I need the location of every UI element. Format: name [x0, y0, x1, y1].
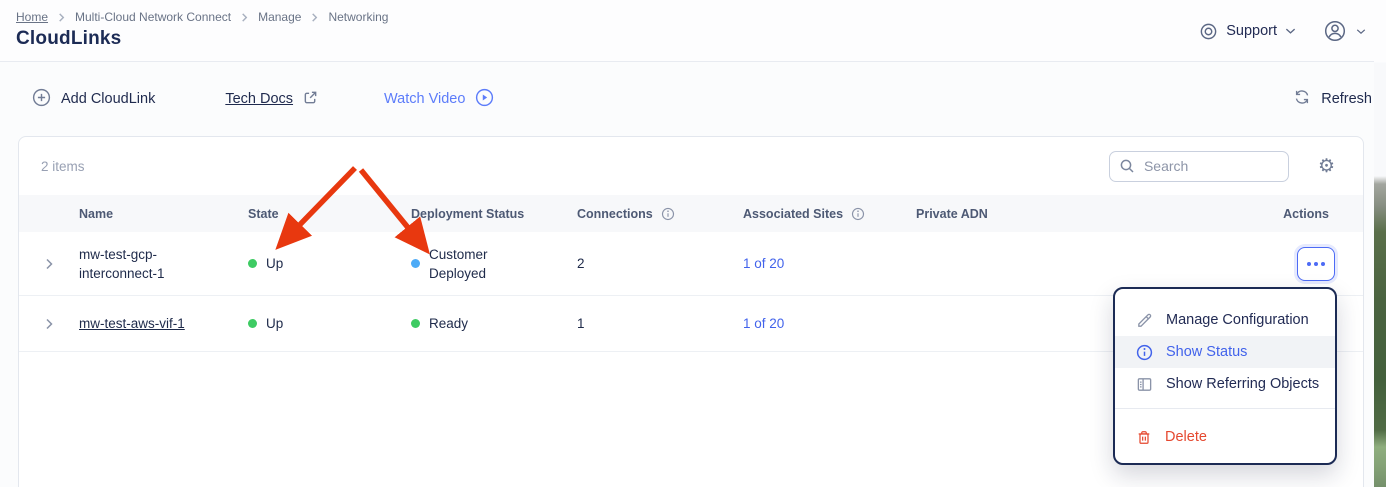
breadcrumb-networking-link[interactable]: Networking [328, 10, 388, 24]
referring-objects-icon [1136, 376, 1153, 393]
cloudlink-name[interactable]: mw-test-gcp-interconnect-1 [79, 245, 248, 283]
background-strip [1374, 0, 1386, 487]
col-associated-sites: Associated Sites [743, 207, 916, 221]
deployment-status-cell: Ready [411, 314, 577, 333]
table-toolbar: 2 items ⚙ [19, 137, 1363, 195]
add-cloudlink-button[interactable]: Add CloudLink [32, 88, 155, 111]
trash-icon [1136, 429, 1152, 446]
header-right: Support [1199, 18, 1366, 44]
support-label: Support [1226, 23, 1277, 39]
play-circle-icon [475, 88, 494, 111]
tech-docs-label: Tech Docs [225, 91, 293, 107]
col-deployment-status: Deployment Status [411, 207, 577, 221]
deployment-status-label: Customer Deployed [429, 245, 513, 283]
chevron-down-icon [1356, 28, 1366, 35]
col-private-adn: Private ADN [916, 207, 1233, 221]
menu-item-manage-configuration[interactable]: Manage Configuration [1115, 304, 1335, 336]
plus-circle-icon [32, 88, 51, 111]
table-header-row: Name State Deployment Status Connections… [19, 195, 1363, 232]
col-name: Name [79, 207, 248, 221]
tech-docs-link[interactable]: Tech Docs [225, 90, 318, 109]
associated-sites-link[interactable]: 1 of 20 [743, 256, 784, 271]
chevron-right-icon [310, 13, 319, 22]
page-title: CloudLinks [16, 28, 1370, 50]
avatar-icon [1322, 18, 1348, 44]
breadcrumb-manage-link[interactable]: Manage [258, 10, 301, 24]
chevron-right-icon [57, 13, 66, 22]
chevron-down-icon [1285, 27, 1296, 35]
breadcrumb: Home Multi-Cloud Network Connect Manage … [16, 10, 1370, 24]
deployment-status-label: Ready [429, 314, 468, 333]
menu-divider [1115, 408, 1335, 409]
top-header: Home Multi-Cloud Network Connect Manage … [0, 0, 1386, 62]
connections-count: 1 [577, 316, 743, 331]
menu-item-show-referring-objects[interactable]: Show Referring Objects [1115, 368, 1335, 400]
watch-video-label: Watch Video [384, 91, 465, 107]
cloudlink-name[interactable]: mw-test-aws-vif-1 [79, 314, 248, 333]
breadcrumb-mcn-link[interactable]: Multi-Cloud Network Connect [75, 10, 231, 24]
search-input[interactable] [1109, 151, 1289, 182]
refresh-label: Refresh [1321, 91, 1372, 107]
search-icon [1119, 158, 1135, 179]
pencil-icon [1136, 312, 1153, 329]
associated-sites-link[interactable]: 1 of 20 [743, 316, 784, 331]
state-label: Up [266, 256, 283, 271]
state-cell: Up [248, 256, 411, 271]
expand-chevron-icon[interactable] [19, 318, 79, 330]
state-label: Up [266, 316, 283, 331]
state-up-dot [248, 259, 257, 268]
support-icon [1199, 22, 1218, 41]
external-link-icon [303, 90, 318, 109]
search-box [1109, 151, 1289, 182]
menu-item-delete[interactable]: Delete [1115, 421, 1335, 453]
col-actions: Actions [1233, 207, 1363, 221]
deployment-status-dot [411, 259, 420, 268]
user-account-menu[interactable] [1322, 18, 1366, 44]
chevron-right-icon [240, 13, 249, 22]
refresh-icon [1293, 88, 1311, 110]
gear-icon[interactable]: ⚙ [1318, 157, 1335, 176]
cloudlinks-page: Home Multi-Cloud Network Connect Manage … [0, 0, 1386, 487]
items-count: 2 items [41, 159, 85, 174]
menu-item-show-status[interactable]: Show Status [1115, 336, 1335, 368]
add-cloudlink-label: Add CloudLink [61, 91, 155, 107]
col-connections: Connections [577, 207, 743, 221]
expand-chevron-icon[interactable] [19, 258, 79, 270]
info-icon [1136, 344, 1153, 361]
refresh-button[interactable]: Refresh [1293, 88, 1372, 110]
row-actions-button[interactable] [1297, 247, 1335, 281]
row-actions-menu: Manage Configuration Show Status Show Re… [1113, 287, 1337, 465]
support-menu[interactable]: Support [1199, 22, 1296, 41]
deployment-status-dot [411, 319, 420, 328]
watch-video-button[interactable]: Watch Video [384, 88, 494, 111]
deployment-status-cell: Customer Deployed [411, 245, 577, 283]
breadcrumb-home-link[interactable]: Home [16, 10, 48, 24]
col-state: State [248, 207, 411, 221]
state-up-dot [248, 319, 257, 328]
state-cell: Up [248, 316, 411, 331]
connections-count: 2 [577, 256, 743, 271]
info-icon[interactable] [851, 207, 865, 221]
action-toolbar: Add CloudLink Tech Docs Watch Video [0, 63, 1372, 135]
info-icon[interactable] [661, 207, 675, 221]
